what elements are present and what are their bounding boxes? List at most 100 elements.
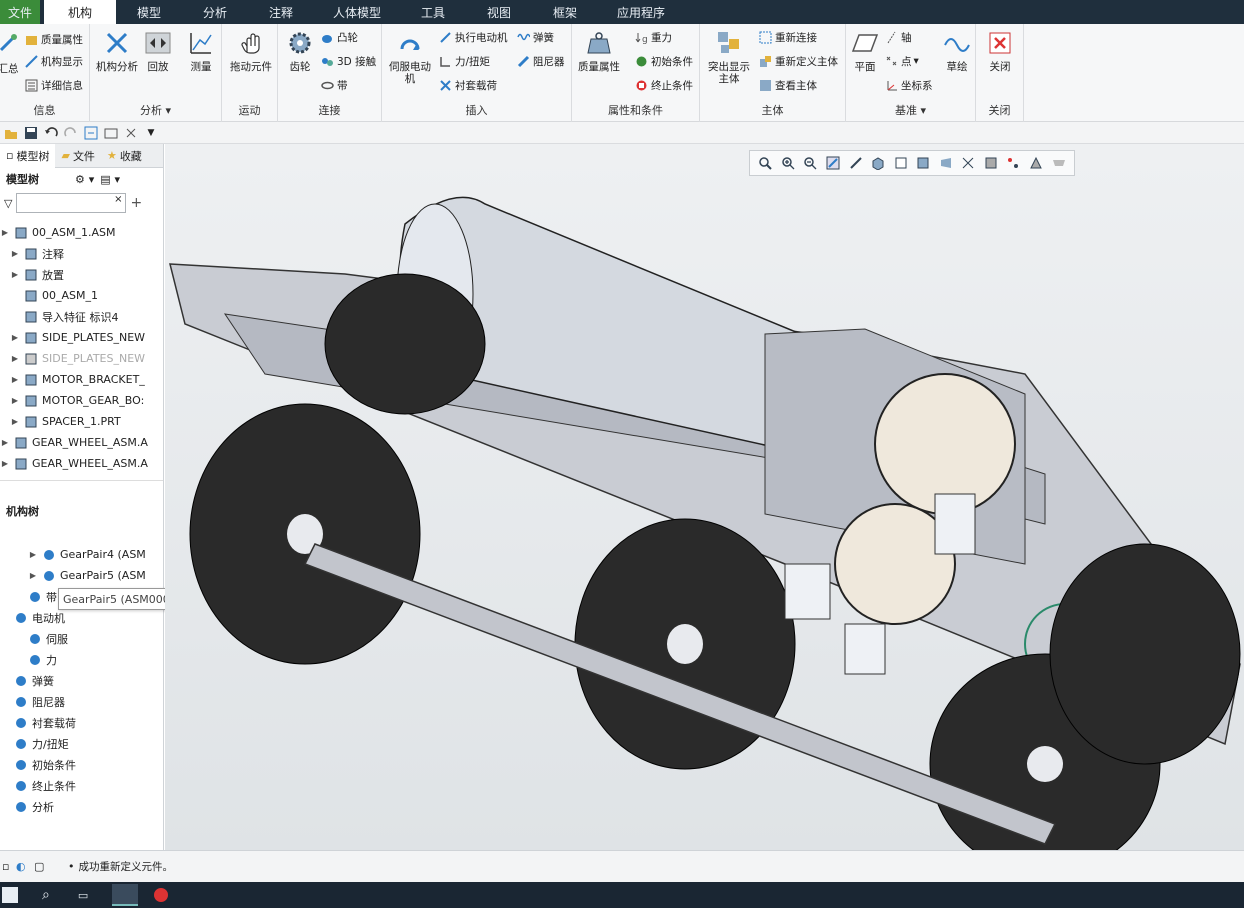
mech-tree-item[interactable]: 力 bbox=[0, 649, 163, 670]
expand-arrow-icon[interactable]: ▶ bbox=[0, 438, 10, 447]
summary-button[interactable]: 汇总 bbox=[0, 28, 22, 75]
menu-tab-annotate[interactable]: 注释 bbox=[248, 0, 314, 24]
detail-info-button[interactable]: 详细信息 bbox=[24, 76, 83, 94]
search-input[interactable]: × bbox=[16, 193, 127, 213]
mech-tree-item[interactable]: 分析 bbox=[0, 796, 163, 817]
servo-motor-button[interactable]: 伺服电动机 bbox=[386, 28, 434, 85]
tab-favorites[interactable]: ★ 收藏 bbox=[101, 144, 148, 168]
gear-button[interactable]: 齿轮 bbox=[282, 28, 318, 73]
graphics-viewport[interactable] bbox=[165, 144, 1244, 850]
model-tree-item[interactable]: ▶ SIDE_PLATES_NEW bbox=[0, 327, 163, 348]
status-icon-3[interactable]: ▢ bbox=[34, 860, 52, 873]
show-icon[interactable]: ▤ ▾ bbox=[100, 173, 120, 186]
contact-3d-button[interactable]: 3D 接触 bbox=[320, 52, 376, 70]
mech-tree-item[interactable]: ▶ GearPair4 (ASM bbox=[0, 544, 163, 565]
menu-tab-analysis[interactable]: 分析 bbox=[182, 0, 248, 24]
redo-icon[interactable] bbox=[64, 126, 78, 140]
mech-tree-item[interactable]: 电动机 bbox=[0, 607, 163, 628]
plane-button[interactable]: 平面 bbox=[848, 28, 882, 73]
model-tree-item[interactable]: ▶ SPACER_1.PRT bbox=[0, 411, 163, 432]
spring-button[interactable]: 弹簧 bbox=[516, 28, 554, 46]
menu-file[interactable]: 文件 bbox=[0, 0, 40, 24]
expand-arrow-icon[interactable]: ▶ bbox=[10, 249, 20, 258]
model-tree-item[interactable]: ▶ MOTOR_BRACKET_ bbox=[0, 369, 163, 390]
tab-files[interactable]: ▰ 文件 bbox=[55, 144, 100, 168]
sketch-button[interactable]: 草绘 bbox=[940, 28, 974, 73]
customize-dropdown-icon[interactable]: ▼ bbox=[144, 126, 158, 140]
model-tree-item[interactable]: ▶ 放置 bbox=[0, 264, 163, 285]
model-tree-item[interactable]: 00_ASM_1 bbox=[0, 285, 163, 306]
mass-props-button[interactable]: 质量属性 bbox=[24, 30, 83, 48]
mech-tree-item[interactable]: ▶ GearPair5 (ASM bbox=[0, 565, 163, 586]
mech-tree-item[interactable]: 终止条件 bbox=[0, 775, 163, 796]
menu-tab-frame[interactable]: 框架 bbox=[532, 0, 598, 24]
measure-button[interactable]: 测量 bbox=[186, 28, 216, 73]
highlight-body-button[interactable]: 突出显示主体 bbox=[702, 28, 756, 85]
expand-arrow-icon[interactable]: ▶ bbox=[10, 354, 20, 363]
gravity-button[interactable]: g 重力 bbox=[634, 28, 672, 46]
model-tree-item[interactable]: 导入特征 标识4 bbox=[0, 306, 163, 327]
close-window-icon[interactable] bbox=[124, 126, 138, 140]
model-tree-item[interactable]: ▶ 00_ASM_1.ASM bbox=[0, 222, 163, 243]
expand-arrow-icon[interactable]: ▶ bbox=[0, 228, 10, 237]
undo-icon[interactable] bbox=[44, 126, 58, 140]
end-conditions-button[interactable]: 终止条件 bbox=[634, 76, 693, 94]
status-icon-1[interactable]: ▫ bbox=[2, 860, 16, 873]
redefine-body-button[interactable]: 重新定义主体 bbox=[758, 52, 838, 70]
point-button[interactable]: 点 ▾ bbox=[884, 52, 919, 70]
model-tree-item[interactable]: ▶ GEAR_WHEEL_ASM.A bbox=[0, 453, 163, 474]
damper-button[interactable]: 阻尼器 bbox=[516, 52, 565, 70]
model-tree-item[interactable]: ▶ MOTOR_GEAR_BO: bbox=[0, 390, 163, 411]
windows-start-icon[interactable] bbox=[2, 887, 18, 903]
axis-button[interactable]: 轴 bbox=[884, 28, 912, 46]
menu-tab-human-model[interactable]: 人体模型 bbox=[314, 0, 400, 24]
menu-tab-model[interactable]: 模型 bbox=[116, 0, 182, 24]
model-tree-item[interactable]: ▶ GEAR_WHEEL_ASM.A bbox=[0, 432, 163, 453]
group-label-analysis[interactable]: 分析 ▾ bbox=[90, 102, 221, 118]
mech-analysis-button[interactable]: 机构分析 bbox=[94, 28, 140, 73]
model-tree-item[interactable]: ▶ 注释 bbox=[0, 243, 163, 264]
drag-components-button[interactable]: 拖动元件 bbox=[228, 28, 274, 73]
window-icon[interactable] bbox=[104, 126, 118, 140]
force-torque-button[interactable]: 力/扭矩 bbox=[438, 52, 490, 70]
mech-tree-item[interactable]: 弹簧 bbox=[0, 670, 163, 691]
file-explorer-icon[interactable] bbox=[112, 884, 139, 906]
menu-tab-tools[interactable]: 工具 bbox=[400, 0, 466, 24]
playback-button[interactable]: 回放 bbox=[142, 28, 174, 73]
mass-properties-button[interactable]: 质量属性 bbox=[574, 28, 624, 73]
belt-button[interactable]: 带 bbox=[320, 76, 348, 94]
expand-arrow-icon[interactable]: ▶ bbox=[10, 396, 20, 405]
expand-arrow-icon[interactable]: ▶ bbox=[10, 417, 20, 426]
menu-tab-apps[interactable]: 应用程序 bbox=[598, 0, 684, 24]
exec-motor-button[interactable]: 执行电动机 bbox=[438, 28, 508, 46]
expand-arrow-icon[interactable]: ▶ bbox=[0, 459, 10, 468]
mech-tree-item[interactable]: 阻尼器 bbox=[0, 691, 163, 712]
tab-model-tree[interactable]: ▫ 模型树 bbox=[0, 143, 56, 168]
mech-tree-item[interactable]: 初始条件 bbox=[0, 754, 163, 775]
expand-arrow-icon[interactable]: ▶ bbox=[10, 333, 20, 342]
expand-arrow-icon[interactable]: ▶ bbox=[10, 270, 20, 279]
initial-conditions-button[interactable]: 初始条件 bbox=[634, 52, 693, 70]
search-icon[interactable]: ⌕ bbox=[42, 887, 50, 903]
add-icon[interactable]: + bbox=[130, 195, 142, 211]
settings-icon[interactable]: ⚙ ▾ bbox=[75, 173, 94, 186]
record-app-icon[interactable] bbox=[154, 888, 169, 902]
close-button[interactable]: 关闭 bbox=[984, 28, 1016, 73]
view-body-button[interactable]: 查看主体 bbox=[758, 76, 817, 94]
mech-tree-item[interactable]: 力/扭矩 bbox=[0, 733, 163, 754]
csys-button[interactable]: 坐标系 bbox=[884, 76, 933, 94]
expand-arrow-icon[interactable]: ▶ bbox=[28, 550, 38, 559]
save-icon[interactable] bbox=[24, 126, 38, 140]
cam-button[interactable]: 凸轮 bbox=[320, 28, 358, 46]
filter-icon[interactable]: ▽ bbox=[4, 197, 12, 210]
regenerate-icon[interactable] bbox=[84, 126, 98, 140]
expand-arrow-icon[interactable]: ▶ bbox=[28, 571, 38, 580]
mech-tree-item[interactable]: 伺服 bbox=[0, 628, 163, 649]
task-view-icon[interactable]: ▭ bbox=[78, 889, 88, 902]
expand-arrow-icon[interactable]: ▶ bbox=[10, 375, 20, 384]
mech-tree-item[interactable]: 衬套载荷 bbox=[0, 712, 163, 733]
menu-tab-view[interactable]: 视图 bbox=[466, 0, 532, 24]
status-icon-2[interactable]: ◐ bbox=[16, 860, 34, 873]
open-icon[interactable] bbox=[4, 126, 18, 140]
group-label-datum[interactable]: 基准 ▾ bbox=[846, 102, 975, 118]
